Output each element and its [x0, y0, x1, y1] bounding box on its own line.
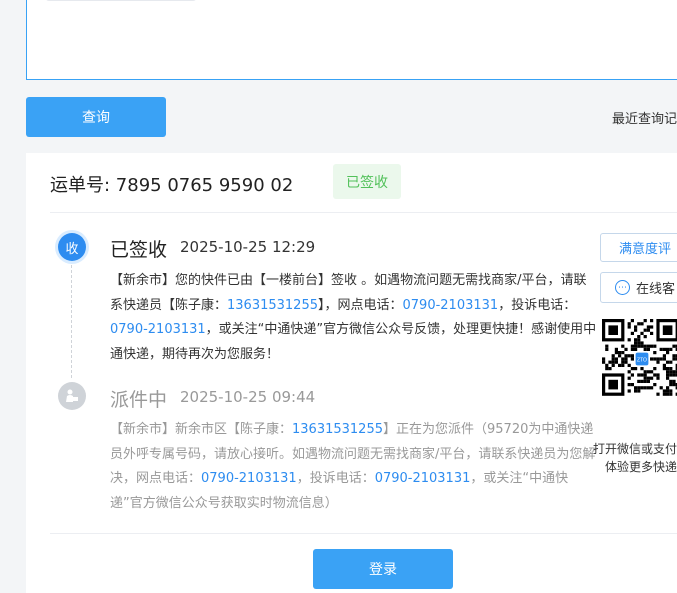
qr-caption-line1: 打开微信或支付	[593, 442, 677, 456]
input-tag	[45, 0, 197, 1]
event-description: 【新余市】您的快件已由【一楼前台】签收 。如遇物流问题无需找商家/平台，请联系快…	[110, 269, 598, 367]
query-button[interactable]: 查询	[26, 97, 166, 137]
event-time: 2025-10-25 09:44	[180, 388, 316, 406]
event-text: ，投诉电话：	[296, 471, 375, 486]
login-button[interactable]: 登录	[313, 549, 453, 589]
chat-icon: ⋯	[615, 280, 630, 295]
timeline-connector	[71, 265, 72, 378]
waybill-number: 运单号: 7895 0765 9590 02	[50, 175, 294, 196]
divider	[50, 533, 677, 534]
divider	[50, 212, 677, 213]
phone-link[interactable]: 0790-2103131	[375, 471, 471, 486]
phone-link[interactable]: 0790-2103131	[110, 322, 206, 337]
signed-icon: 收	[58, 233, 86, 261]
phone-link[interactable]: 13631531255	[292, 422, 383, 437]
event-text: ，投诉电话：	[498, 297, 577, 313]
tracking-number-textarea[interactable]	[26, 0, 677, 80]
qr-code: ZTO	[602, 319, 677, 425]
status-badge: 已签收	[333, 164, 401, 199]
recent-queries-link[interactable]: 最近查询记	[612, 108, 677, 127]
result-card	[26, 153, 677, 593]
event-text: 【新余市】新余市区【陈子康：	[110, 422, 293, 437]
satisfaction-review-button[interactable]: 满意度评	[600, 233, 677, 262]
event-status: 派件中	[110, 389, 168, 411]
phone-link[interactable]: 0790-2103131	[201, 471, 297, 486]
courier-icon	[58, 382, 86, 410]
qr-caption-line2: 体验更多快递	[605, 460, 677, 474]
event-text: 】，网点电话：	[318, 297, 403, 313]
qr-caption: 打开微信或支付 体验更多快递	[593, 440, 677, 476]
event-time: 2025-10-25 12:29	[180, 238, 316, 256]
online-service-button[interactable]: ⋯ 在线客	[600, 272, 677, 303]
phone-link[interactable]: 13631531255	[227, 298, 318, 313]
event-status: 已签收	[110, 239, 168, 261]
phone-link[interactable]: 0790-2103131	[403, 298, 499, 313]
zto-logo-text: ZTO	[637, 358, 647, 364]
event-description: 【新余市】新余市区【陈子康：13631531255】正在为您派件（95720为中…	[110, 418, 598, 516]
online-service-label: 在线客	[636, 282, 676, 297]
